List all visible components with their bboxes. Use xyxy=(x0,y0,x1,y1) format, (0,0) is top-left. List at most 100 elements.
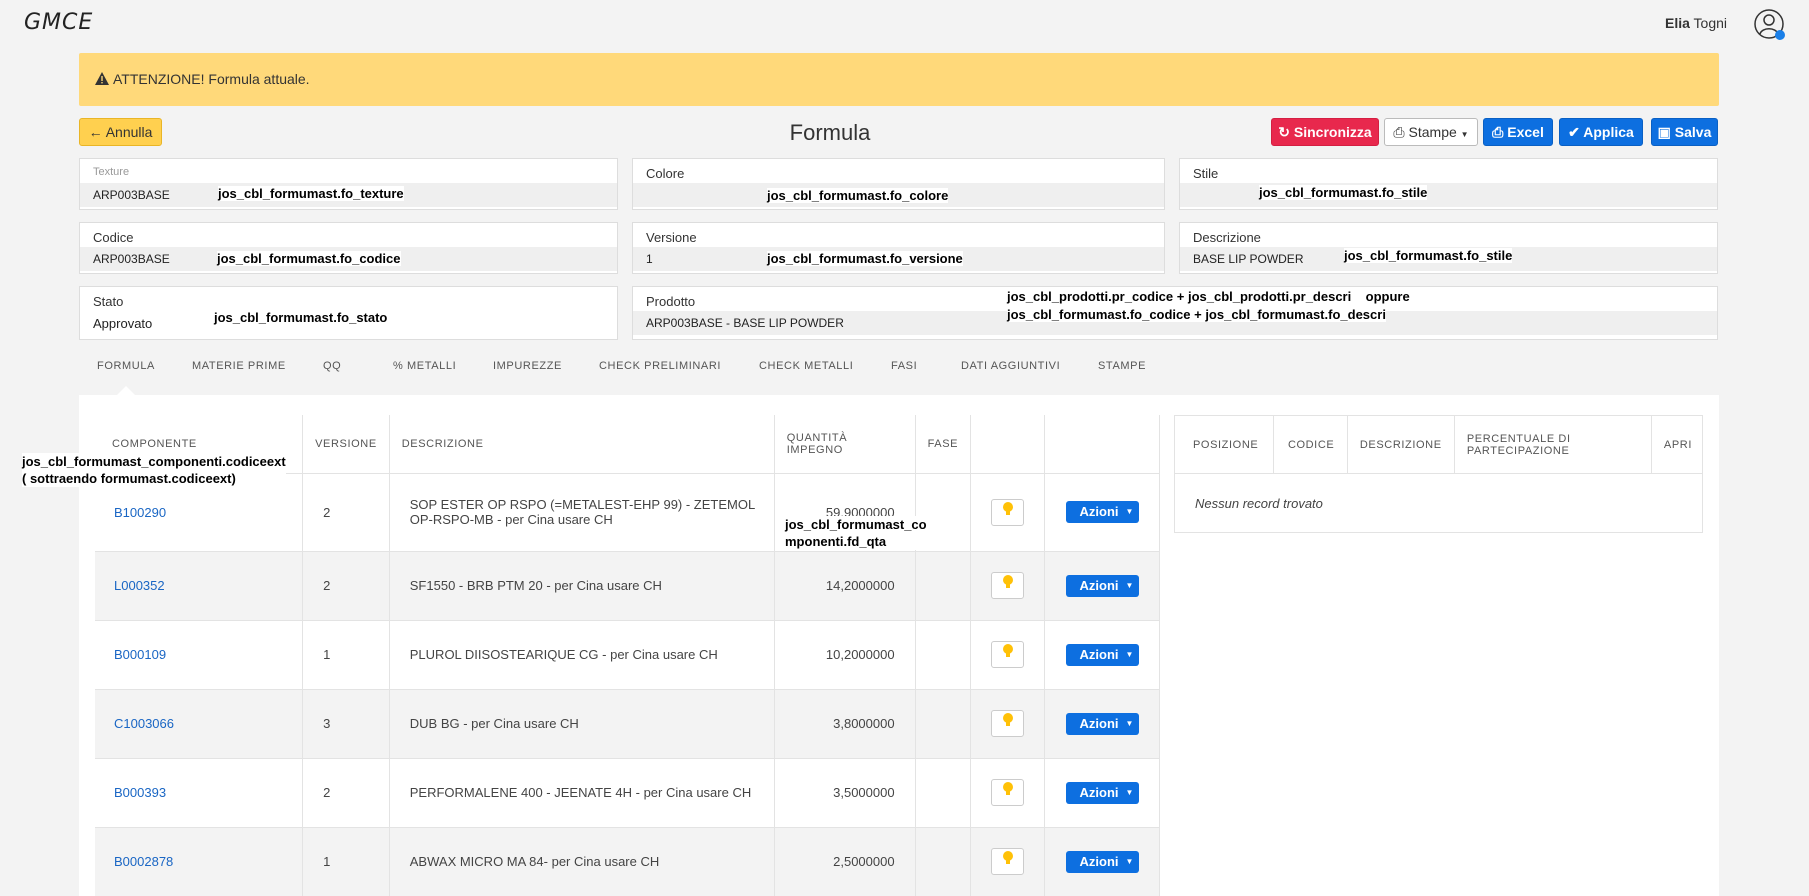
component-version: 2 xyxy=(302,473,390,552)
user-name[interactable]: Elia Togni xyxy=(1665,15,1727,31)
col-percentuale[interactable]: PERCENTUALE DI PARTECIPAZIONE xyxy=(1454,415,1652,474)
print-button-label: Stampe xyxy=(1408,124,1457,140)
component-code[interactable]: C1003066 xyxy=(95,689,304,759)
lightbulb-icon[interactable] xyxy=(991,779,1025,806)
cancel-button-label: Annulla xyxy=(105,124,153,140)
page-title: Formula xyxy=(789,120,871,145)
actions-label: Azioni xyxy=(1079,853,1119,869)
actions-dropdown-button[interactable]: Azioni ▼ xyxy=(1065,501,1139,523)
col-fase[interactable]: FASE xyxy=(915,415,972,474)
col-azioni xyxy=(1044,415,1160,474)
col-descrizione[interactable]: DESCRIZIONE xyxy=(1347,415,1455,474)
active-tab-indicator xyxy=(116,386,136,396)
save-button[interactable]: ▣ Salva xyxy=(1651,118,1718,146)
style-field[interactable]: Stile xyxy=(1179,158,1718,210)
component-version: 3 xyxy=(302,689,390,759)
lightbulb-icon[interactable] xyxy=(991,572,1025,599)
table-row: Nessun record trovato xyxy=(1175,474,1703,533)
table-row: B000109 1 PLUROL DIISOSTEARIQUE CG - per… xyxy=(95,620,1160,690)
texture-field[interactable]: Texture ARP003BASE xyxy=(79,158,618,210)
texture-note: jos_cbl_formumast.fo_texture xyxy=(218,186,404,201)
col-versione[interactable]: VERSIONE xyxy=(302,415,390,474)
tab-check-metalli[interactable]: CHECK METALLI xyxy=(759,360,853,372)
actions-dropdown-button[interactable]: Azioni ▼ xyxy=(1065,574,1139,597)
table-row: C1003066 3 DUB BG - per Cina usare CH 3,… xyxy=(95,689,1160,759)
style-label: Stile xyxy=(1193,166,1219,181)
col-quantita[interactable]: QUANTITÀ IMPEGNO xyxy=(774,415,916,474)
components-table: COMPONENTE VERSIONE DESCRIZIONE QUANTITÀ… xyxy=(95,415,1160,896)
actions-dropdown-button[interactable]: Azioni ▼ xyxy=(1065,781,1139,804)
tab-materie-prime[interactable]: MATERIE PRIME xyxy=(192,360,286,372)
actions-cell: Azioni ▼ xyxy=(1044,689,1160,759)
lightbulb-icon[interactable] xyxy=(991,848,1025,875)
sync-button[interactable]: ↻ Sincronizza xyxy=(1271,118,1379,146)
col-posizione[interactable]: POSIZIONE xyxy=(1174,415,1274,474)
tab-metalli[interactable]: % METALLI xyxy=(393,360,456,372)
floppy-icon: ▣ xyxy=(1657,124,1671,140)
info-cell xyxy=(970,620,1046,690)
component-description: PERFORMALENE 400 - JEENATE 4H - per Cina… xyxy=(389,758,775,828)
component-description: ABWAX MICRO MA 84- per Cina usare CH xyxy=(389,827,775,896)
description-label: Descrizione xyxy=(1193,230,1261,245)
component-qty: 14,2000000 xyxy=(774,551,916,621)
component-code[interactable]: B0002878 xyxy=(95,827,304,896)
product-note-line1: jos_cbl_prodotti.pr_codice + jos_cbl_pro… xyxy=(1007,289,1410,304)
version-label: Versione xyxy=(646,230,697,245)
color-label: Colore xyxy=(646,166,685,181)
code-note: jos_cbl_formumast.fo_codice xyxy=(217,251,401,266)
col-apri[interactable]: APRI xyxy=(1651,415,1703,474)
lightbulb-icon[interactable] xyxy=(991,498,1025,526)
component-version: 2 xyxy=(302,758,390,828)
user-avatar-icon[interactable] xyxy=(1753,8,1787,42)
info-cell xyxy=(970,758,1046,828)
lightbulb-icon[interactable] xyxy=(991,641,1025,668)
tab-fasi[interactable]: FASI xyxy=(891,360,917,372)
component-qty: 2,5000000 xyxy=(774,827,916,896)
warning-icon xyxy=(95,72,109,85)
table-row: B0002878 1 ABWAX MICRO MA 84- per Cina u… xyxy=(95,827,1160,896)
component-version: 2 xyxy=(302,551,390,621)
component-code[interactable]: B000393 xyxy=(95,758,304,828)
tab-qq[interactable]: QQ xyxy=(323,360,341,372)
component-qty: 3,5000000 xyxy=(774,758,916,828)
caret-down-icon: ▼ xyxy=(1125,856,1134,866)
component-phase xyxy=(915,620,972,690)
excel-button[interactable]: ⎙ Excel xyxy=(1483,118,1553,146)
tab-dati-aggiuntivi[interactable]: DATI AGGIUNTIVI xyxy=(961,360,1060,372)
style-note: jos_cbl_formumast.fo_stile xyxy=(1259,185,1428,200)
cancel-button[interactable]: ← Annulla xyxy=(79,118,162,146)
tab-impurezze[interactable]: IMPUREZZE xyxy=(493,360,562,372)
actions-dropdown-button[interactable]: Azioni ▼ xyxy=(1065,643,1139,666)
version-field[interactable]: Versione 1 xyxy=(632,222,1165,274)
sync-icon: ↻ xyxy=(1278,124,1291,140)
component-phase xyxy=(915,758,972,828)
lightbulb-icon[interactable] xyxy=(991,710,1025,737)
component-qty: 3,8000000 xyxy=(774,689,916,759)
apply-button[interactable]: ✔ Applica xyxy=(1559,118,1643,146)
print-dropdown-button[interactable]: ⎙ Stampe ▼ xyxy=(1384,118,1478,146)
component-qty: 10,2000000 xyxy=(774,620,916,690)
component-code-note-line1: jos_cbl_formumast_componenti.codiceext xyxy=(22,454,286,469)
component-description: SOP ESTER OP RSPO (=METALEST-EHP 99) - Z… xyxy=(389,473,775,552)
printer-icon: ⎙ xyxy=(1393,124,1405,140)
description-note: jos_cbl_formumast.fo_stile xyxy=(1344,248,1513,263)
tab-stampe[interactable]: STAMPE xyxy=(1098,360,1146,372)
caret-down-icon: ▼ xyxy=(1125,580,1134,590)
quantity-note: jos_cbl_formumast_co mponenti.fd_qta xyxy=(785,516,927,550)
info-cell xyxy=(970,827,1046,896)
col-info xyxy=(970,415,1046,474)
actions-dropdown-button[interactable]: Azioni ▼ xyxy=(1065,850,1139,873)
actions-label: Azioni xyxy=(1079,504,1119,519)
code-field[interactable]: Codice ARP003BASE xyxy=(79,222,618,274)
excel-button-label: Excel xyxy=(1507,124,1544,140)
component-code[interactable]: B000109 xyxy=(95,620,304,690)
tab-check-preliminari[interactable]: CHECK PRELIMINARI xyxy=(599,360,721,372)
quantity-note-line2: mponenti.fd_qta xyxy=(785,534,887,549)
col-codice[interactable]: CODICE xyxy=(1273,415,1348,474)
color-note: jos_cbl_formumast.fo_colore xyxy=(767,188,949,203)
app-logo[interactable]: GMCE xyxy=(24,10,93,35)
actions-dropdown-button[interactable]: Azioni ▼ xyxy=(1065,712,1139,735)
col-descrizione[interactable]: DESCRIZIONE xyxy=(389,415,775,474)
tab-formula[interactable]: FORMULA xyxy=(97,360,155,372)
component-code[interactable]: L000352 xyxy=(95,551,304,621)
